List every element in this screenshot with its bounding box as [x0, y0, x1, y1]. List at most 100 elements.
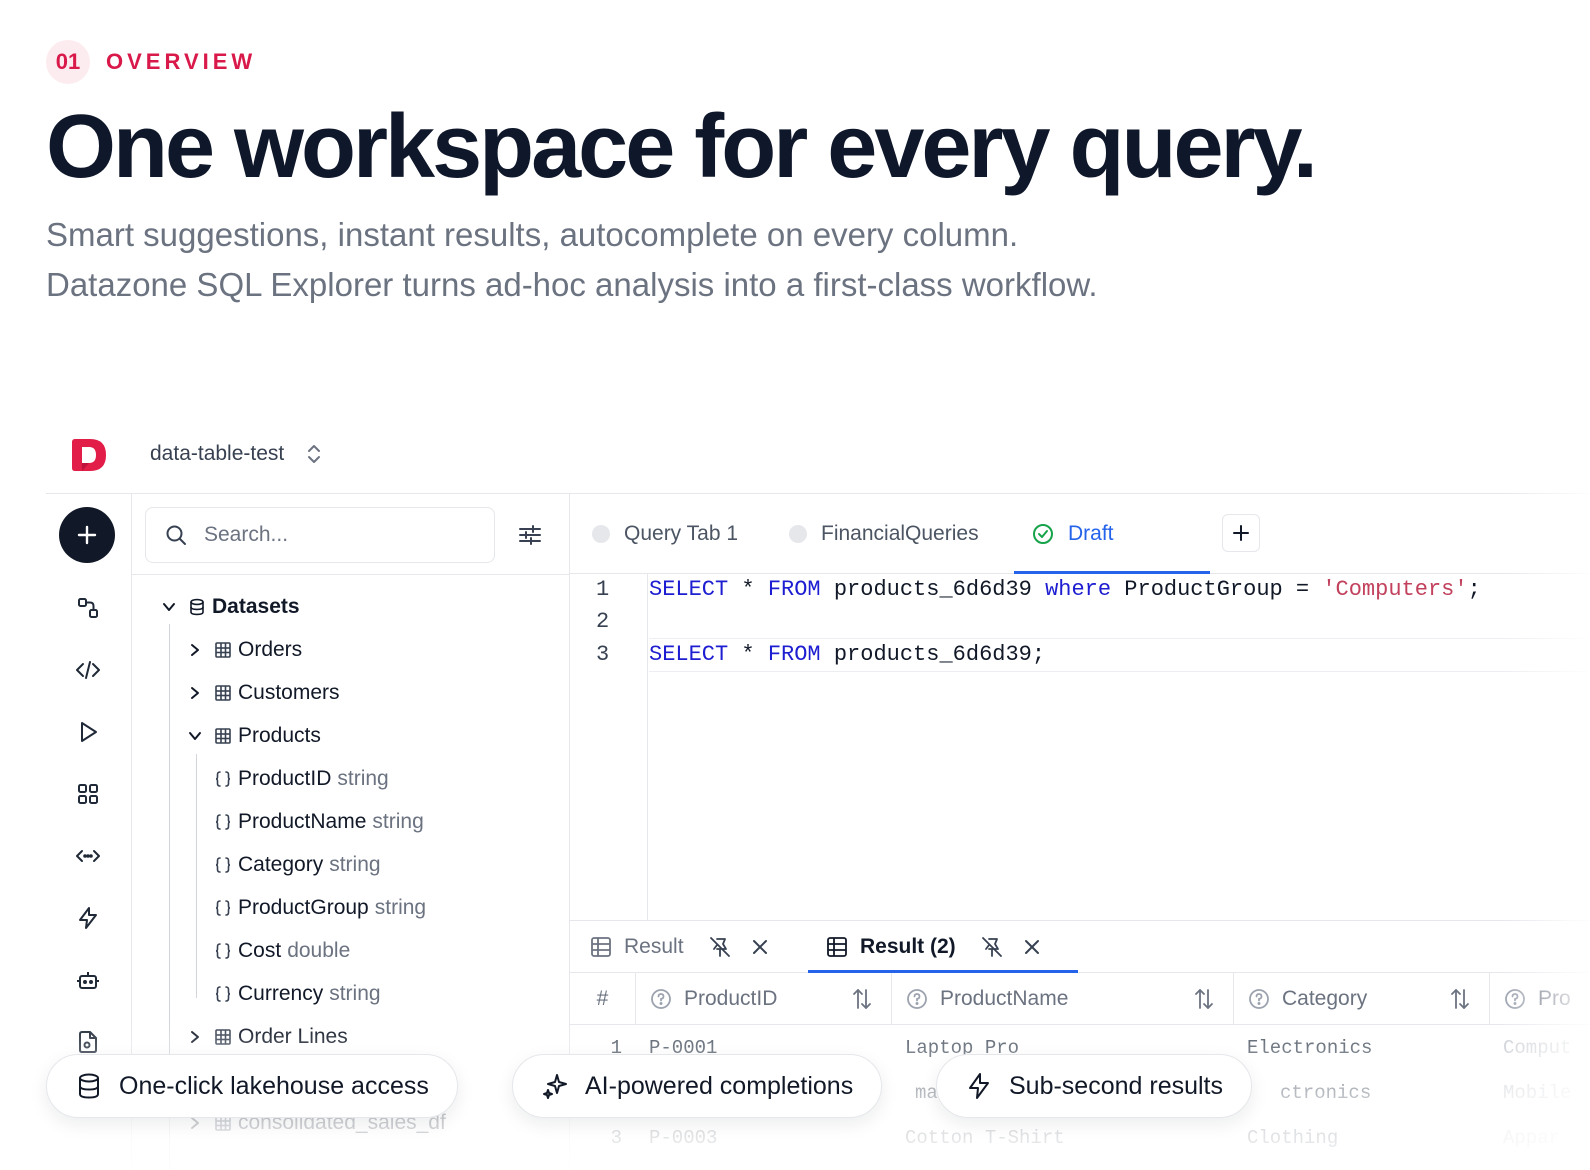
- sql-editor[interactable]: 1 2 3 SELECT * FROM products_6d6d39 wher…: [570, 574, 1590, 920]
- line-number: 1: [596, 577, 610, 602]
- help-circle-icon: [1505, 988, 1525, 1009]
- lightning-icon: [79, 907, 97, 929]
- table-cell[interactable]: Appar: [1503, 1115, 1560, 1160]
- tree-item-label: Order Lines: [238, 1025, 348, 1048]
- column-header-productgroup[interactable]: Pro: [1490, 973, 1590, 1025]
- field-name: ProductID: [238, 767, 332, 790]
- rail-run[interactable]: [74, 718, 102, 746]
- sql-token: ;: [1467, 577, 1481, 602]
- tree-item-customers[interactable]: Customers: [186, 678, 340, 708]
- field-cost[interactable]: Cost double: [214, 936, 350, 966]
- tree-item-label: Products: [238, 724, 321, 747]
- rail-automations[interactable]: [74, 904, 102, 932]
- feature-label: One-click lakehouse access: [119, 1071, 429, 1100]
- chevron-right-icon: [186, 684, 204, 702]
- section-label: OVERVIEW: [106, 49, 257, 74]
- status-dot: [592, 525, 610, 543]
- tab-label: Draft: [1068, 522, 1114, 545]
- table-cell[interactable]: ctronics: [1280, 1070, 1371, 1115]
- unpin-button[interactable]: [708, 935, 732, 959]
- table-cell[interactable]: Cotton T-Shirt: [905, 1115, 1065, 1160]
- field-currency[interactable]: Currency string: [214, 979, 381, 1009]
- search-icon: [166, 525, 186, 545]
- tree-item-label: Orders: [238, 638, 303, 661]
- sql-token: products_6d6d39;: [820, 642, 1046, 667]
- unpin-button[interactable]: [980, 935, 1004, 959]
- table-cell[interactable]: ma: [915, 1070, 938, 1115]
- tab-draft[interactable]: Draft: [1032, 494, 1114, 574]
- sql-token: ProductGroup =: [1111, 577, 1323, 602]
- tree-item-label: Customers: [238, 681, 340, 704]
- rail-files[interactable]: [74, 1028, 102, 1056]
- pin-off-icon: [709, 937, 730, 957]
- field-name: Category: [238, 853, 324, 876]
- feature-pill-speed: Sub-second results: [936, 1054, 1253, 1118]
- rail-api[interactable]: [74, 842, 102, 870]
- sql-keyword: FROM: [767, 642, 821, 667]
- robot-icon: [77, 972, 99, 989]
- table-cell[interactable]: Comput: [1503, 1025, 1571, 1070]
- rail-dashboards[interactable]: [74, 780, 102, 808]
- braces-icon: [214, 985, 232, 1003]
- result-tab-1[interactable]: Result: [590, 921, 770, 973]
- tree-item-orders[interactable]: Orders: [186, 635, 302, 665]
- braces-icon: [214, 770, 232, 788]
- rail-agents[interactable]: [74, 966, 102, 994]
- field-category[interactable]: Category string: [214, 850, 381, 880]
- close-result-button[interactable]: [750, 937, 770, 957]
- logo-icon: [72, 439, 106, 471]
- column-header-category[interactable]: Category: [1234, 973, 1490, 1025]
- field-productid[interactable]: ProductID string: [214, 764, 389, 794]
- sort-icon[interactable]: [851, 987, 873, 1011]
- add-tab-button[interactable]: [1222, 514, 1260, 552]
- check-circle-icon: [1033, 524, 1053, 544]
- project-switcher[interactable]: data-table-test: [150, 442, 322, 466]
- close-result-button[interactable]: [1022, 937, 1042, 957]
- rail-code[interactable]: [74, 656, 102, 684]
- braces-icon: [214, 856, 232, 874]
- result-tab-label: Result: [624, 935, 684, 958]
- tab-query-tab-1[interactable]: Query Tab 1: [592, 494, 738, 574]
- tree-datasets[interactable]: Datasets: [160, 592, 300, 622]
- table-icon: [214, 727, 232, 745]
- tab-label: FinancialQueries: [821, 522, 979, 545]
- app-topbar: data-table-test: [46, 420, 1590, 494]
- new-button[interactable]: [59, 507, 115, 563]
- braces-icon: [214, 942, 232, 960]
- sliders-icon: [519, 525, 541, 545]
- sort-icon[interactable]: [1193, 987, 1215, 1011]
- column-header-productname[interactable]: ProductName: [892, 973, 1234, 1025]
- search-box[interactable]: [145, 507, 495, 563]
- field-type: string: [329, 982, 381, 1005]
- query-tabs: Query Tab 1 FinancialQueries Draft: [570, 494, 1590, 574]
- hero-subtitle: Smart suggestions, instant results, auto…: [46, 216, 1098, 303]
- tab-financial-queries[interactable]: FinancialQueries: [789, 494, 979, 574]
- column-header-rownum: #: [570, 973, 636, 1025]
- result-tab-2[interactable]: Result (2): [826, 921, 1042, 973]
- search-input[interactable]: [204, 523, 454, 547]
- table-cell[interactable]: Electronics: [1247, 1025, 1372, 1070]
- field-type: string: [374, 896, 427, 919]
- rail-connections[interactable]: [74, 594, 102, 622]
- field-name: Cost: [238, 939, 282, 962]
- plus-icon: [77, 525, 97, 545]
- table-cell[interactable]: Clothing: [1247, 1115, 1338, 1160]
- table-cell[interactable]: Mobile: [1503, 1070, 1571, 1115]
- results-panel: Result Result (2) # ProductID ProductNam…: [570, 920, 1590, 1170]
- filter-button[interactable]: [516, 521, 544, 549]
- column-header-productid[interactable]: ProductID: [636, 973, 892, 1025]
- tree-item-order-lines[interactable]: Order Lines: [186, 1022, 348, 1052]
- field-productname[interactable]: ProductName string: [214, 807, 424, 837]
- table-icon: [214, 1028, 232, 1046]
- sort-icon[interactable]: [1449, 987, 1471, 1011]
- field-productgroup[interactable]: ProductGroup string: [214, 893, 426, 923]
- table-cell[interactable]: P-0003: [649, 1115, 717, 1160]
- table-icon: [214, 641, 232, 659]
- row-number: 3: [610, 1126, 622, 1149]
- sql-keyword: where: [1045, 577, 1112, 602]
- chevron-up-down-icon: [308, 445, 321, 463]
- field-name: Currency: [238, 982, 324, 1005]
- tree-item-products[interactable]: Products: [186, 721, 321, 751]
- table-icon: [591, 937, 611, 957]
- chevron-right-icon: [186, 641, 204, 659]
